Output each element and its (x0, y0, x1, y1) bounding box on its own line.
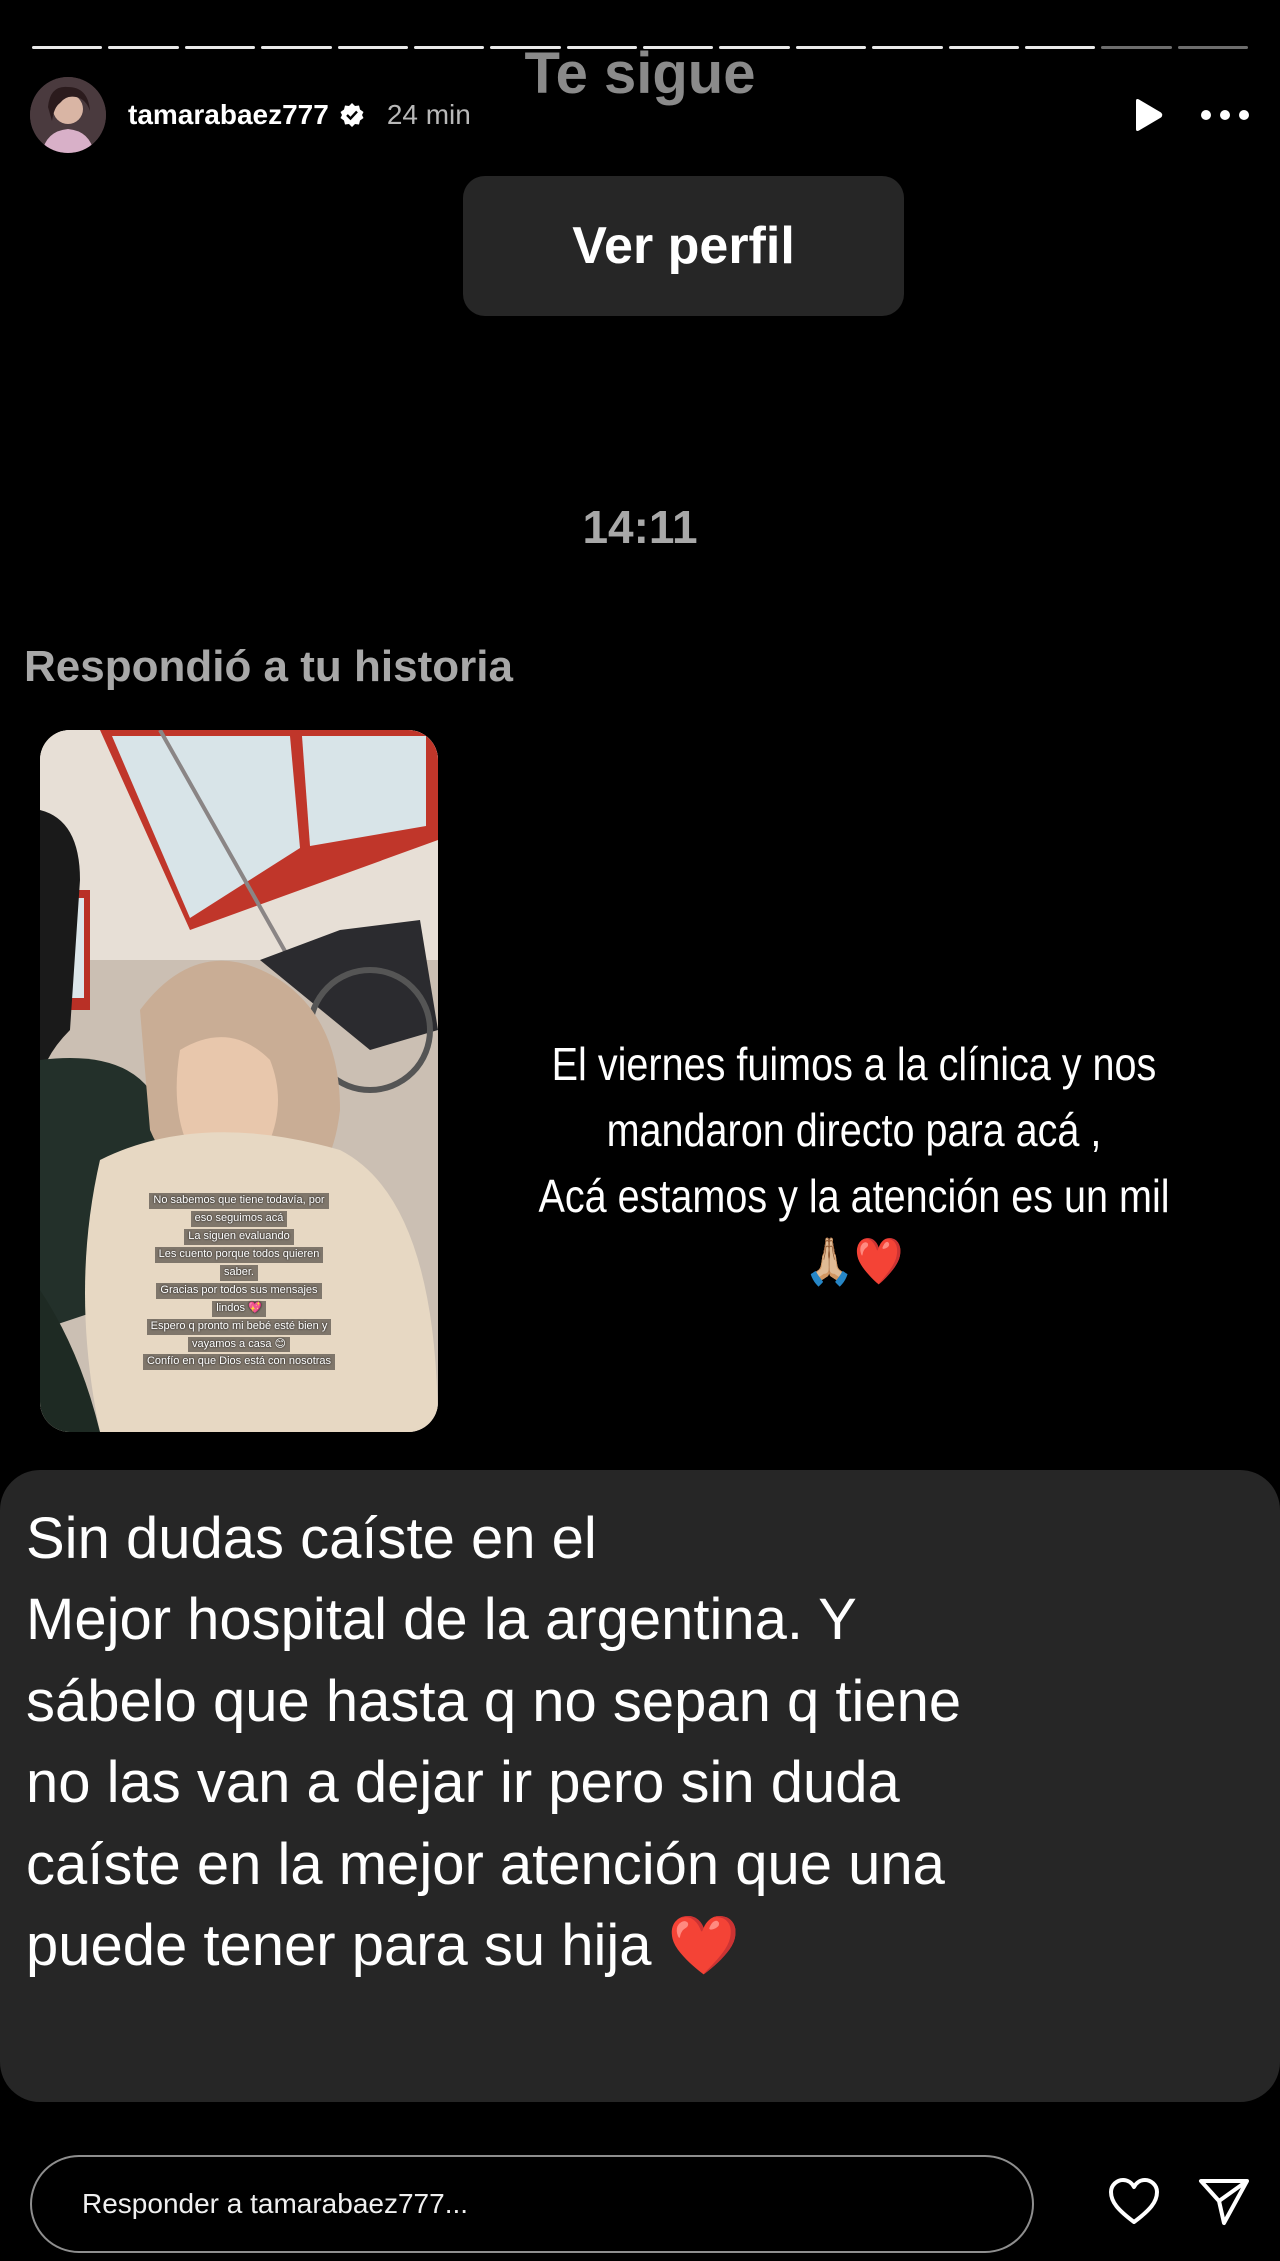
reply-input[interactable]: Responder a tamarabaez777... (30, 2155, 1034, 2253)
progress-segment (413, 46, 485, 49)
progress-segment (1024, 46, 1096, 49)
story-caption-line: El viernes fuimos a la clínica y nos (551, 1038, 1157, 1090)
progress-segment (261, 46, 332, 49)
avatar[interactable] (30, 77, 106, 153)
message-line: caíste en la mejor atención que una (26, 1831, 945, 1897)
post-time: 24 min (386, 99, 471, 130)
progress-segment (1101, 46, 1172, 49)
progress-segment (490, 46, 561, 49)
story-overlay-line: Espero q pronto mi bebé esté bien y (146, 1318, 332, 1335)
progress-segment (566, 46, 637, 49)
message-line: Sin dudas caíste en el (26, 1506, 597, 1571)
story-header: tamarabaez777 24 min (30, 76, 1250, 154)
message-bubble: Sin dudas caíste en el Mejor hospital de… (0, 1470, 1280, 2102)
story-thumbnail[interactable]: No sabemos que tiene todavía, por eso se… (40, 730, 438, 1432)
username[interactable]: tamarabaez777 (128, 99, 329, 131)
story-caption-line: mandaron directo para acá , (606, 1103, 1102, 1156)
story-overlay-line: Les cuento porque todos quieren (154, 1246, 324, 1263)
message-line: sábelo que hasta q no sepan q tiene (26, 1668, 962, 1734)
message-timestamp: 14:11 (582, 501, 698, 553)
send-icon[interactable] (1198, 2177, 1250, 2232)
story-overlay-line: saber. (220, 1264, 258, 1281)
heart-icon[interactable] (1108, 2177, 1160, 2231)
reply-context-label: Respondió a tu historia (24, 642, 513, 691)
reply-bar: Responder a tamarabaez777... (30, 2153, 1250, 2255)
progress-segment (948, 46, 1019, 49)
more-icon[interactable] (1200, 109, 1250, 121)
view-profile-button[interactable]: Ver perfil (463, 176, 904, 316)
progress-segment (872, 46, 943, 49)
progress-segment (795, 46, 867, 49)
story-overlay-line: Confío en que Dios está con nosotras (142, 1354, 336, 1371)
story-progress-bar (32, 46, 1248, 49)
story-overlay-line: lindos 💖 (212, 1300, 266, 1317)
progress-segment (719, 46, 790, 49)
progress-segment (1177, 46, 1248, 49)
progress-segment (32, 46, 103, 49)
progress-segment (108, 46, 179, 49)
story-overlay-line: vayamos a casa 😊 (187, 1336, 290, 1353)
story-overlay-line: La siguen evaluando (184, 1228, 294, 1245)
verified-badge-icon (339, 102, 365, 128)
progress-segment (337, 46, 408, 49)
story-overlay-line: No sabemos que tiene todavía, por (149, 1193, 329, 1209)
story-caption-line: 🙏🏼❤️ (804, 1235, 904, 1288)
story-overlay-line: Gracias por todos sus mensajes (156, 1282, 322, 1299)
story-caption-line: Acá estamos y la atención es un mil (538, 1169, 1170, 1222)
progress-segment (643, 46, 714, 49)
play-icon[interactable] (1132, 98, 1164, 132)
message-text: Sin dudas caíste en el Mejor hospital de… (26, 1498, 1246, 1987)
story-overlay-text: No sabemos que tiene todavía, por eso se… (40, 1192, 438, 1371)
message-line: Mejor hospital de la argentina. Y (26, 1587, 857, 1653)
message-line: no las van a dejar ir pero sin duda (26, 1750, 900, 1816)
story-overlay-line: eso seguimos acá (190, 1210, 288, 1227)
story-caption: El viernes fuimos a la clínica y nos man… (524, 1032, 1184, 1295)
progress-segment (184, 46, 256, 49)
message-line: puede tener para su hija ❤️ (26, 1913, 740, 1979)
